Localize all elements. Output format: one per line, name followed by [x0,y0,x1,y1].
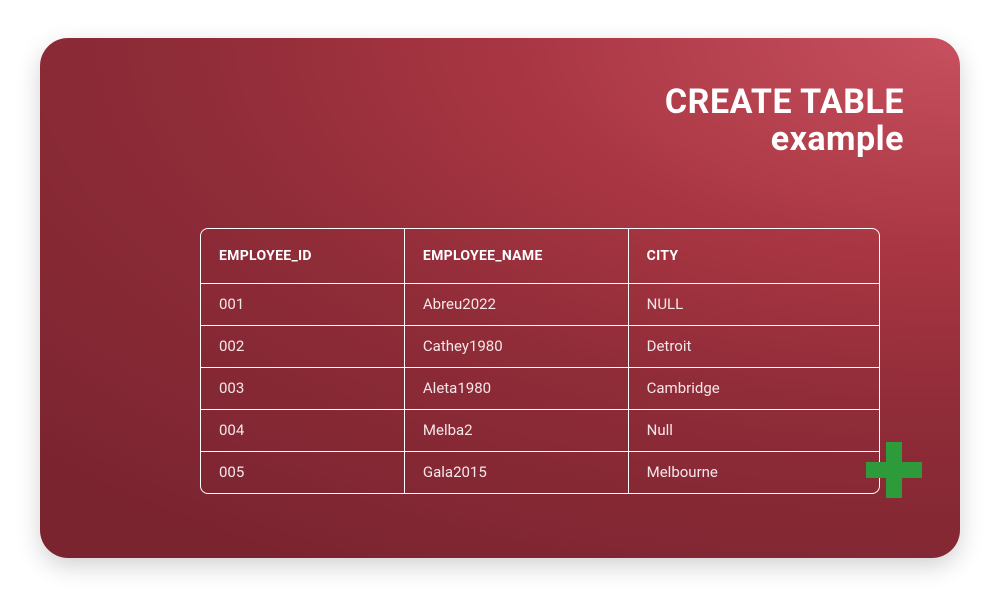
card-container: CREATE TABLE example EMPLOYEE_ID EMPLOYE… [40,38,960,558]
table-cell: 001 [201,283,404,325]
table-cell: 003 [201,367,404,409]
table-cell: Gala2015 [404,451,628,493]
table-cell: Cambridge [628,367,879,409]
table-cell: NULL [628,283,879,325]
table-cell: 004 [201,409,404,451]
table-row: 003 Aleta1980 Cambridge [201,367,879,409]
table-row: 004 Melba2 Null [201,409,879,451]
table-cell: Melbourne [628,451,879,493]
table-cell: Melba2 [404,409,628,451]
table-cell: Null [628,409,879,451]
table-row: 002 Cathey1980 Detroit [201,325,879,367]
table-cell: 002 [201,325,404,367]
table-cell: Detroit [628,325,879,367]
table-header-row: EMPLOYEE_ID EMPLOYEE_NAME CITY [201,229,879,283]
table-cell: Aleta1980 [404,367,628,409]
table-header-cell: EMPLOYEE_NAME [404,229,628,283]
table-cell: Cathey1980 [404,325,628,367]
table-row: 001 Abreu2022 NULL [201,283,879,325]
title-line-2: example [665,121,904,158]
table-row: 005 Gala2015 Melbourne [201,451,879,493]
table-cell: Abreu2022 [404,283,628,325]
data-table: EMPLOYEE_ID EMPLOYEE_NAME CITY 001 Abreu… [201,229,879,493]
page-title: CREATE TABLE example [665,84,904,159]
title-line-1: CREATE TABLE [665,84,904,121]
table-header-cell: EMPLOYEE_ID [201,229,404,283]
data-table-wrap: EMPLOYEE_ID EMPLOYEE_NAME CITY 001 Abreu… [200,228,880,494]
table-header-cell: CITY [628,229,879,283]
table-cell: 005 [201,451,404,493]
